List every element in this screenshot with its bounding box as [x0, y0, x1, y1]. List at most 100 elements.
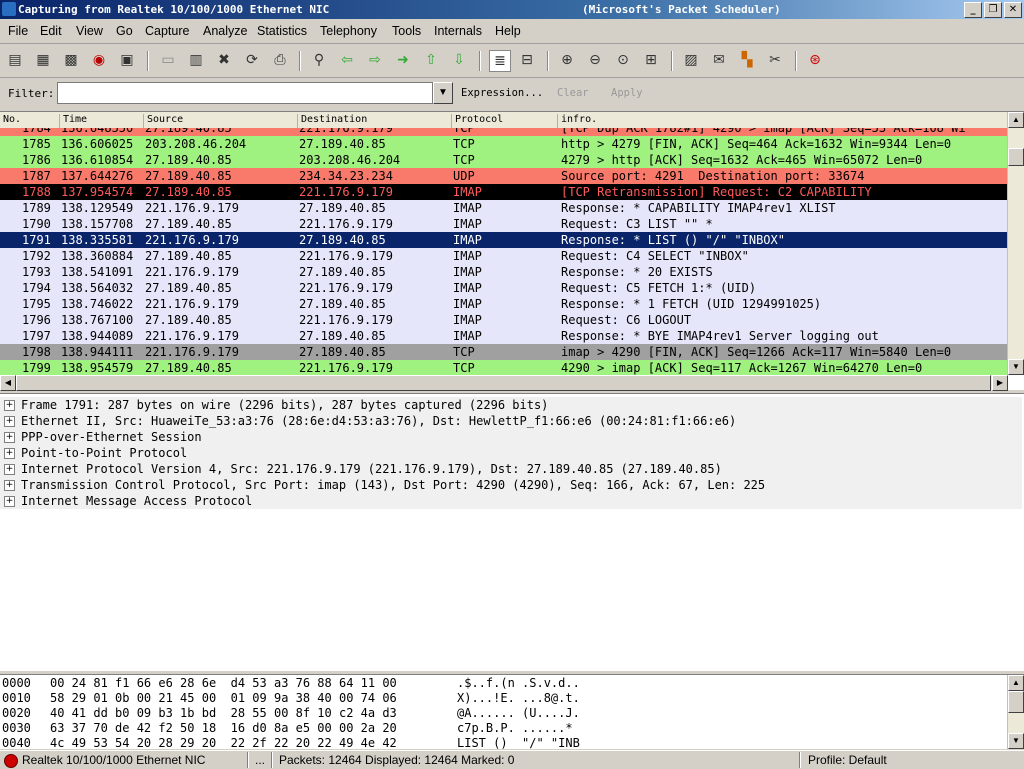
menu-file[interactable]: File	[8, 24, 28, 38]
resize-columns-icon[interactable]: ⊞	[641, 50, 661, 70]
packet-row[interactable]: 1792 138.360884 27.189.40.85 221.176.9.179 I…	[0, 248, 1008, 264]
packet-row[interactable]: 1785 136.606025 203.208.46.204 27.189.40.85…	[0, 136, 1008, 152]
scroll-right-icon[interactable]: ▶	[992, 375, 1008, 391]
column-header-protocol[interactable]: Protocol	[451, 114, 557, 128]
packet-row[interactable]: 1798 138.944111 221.176.9.179 27.189.40.85 T…	[0, 344, 1008, 360]
menu-analyze[interactable]: Analyze	[203, 24, 247, 38]
column-header-time[interactable]: Time	[59, 114, 143, 128]
packet-list-hscroll[interactable]: ◀ ▶	[0, 375, 1008, 391]
packet-list-vscroll[interactable]: ▲ ▼	[1007, 112, 1024, 375]
bytes-vscroll[interactable]: ▲ ▼	[1007, 675, 1024, 749]
stop-icon[interactable]: ◉	[89, 50, 109, 70]
hex-row[interactable]: 0000 00 24 81 f1 66 e6 28 6e d4 53 a3 76 …	[0, 676, 1008, 691]
scroll-thumb[interactable]	[1008, 148, 1024, 166]
packet-row[interactable]: 1791 138.335581 221.176.9.179 27.189.40.85 I…	[0, 232, 1008, 248]
help-icon[interactable]: ⊛	[805, 50, 825, 70]
menu-view[interactable]: View	[76, 24, 103, 38]
column-header-no[interactable]: No.	[0, 114, 59, 128]
close-button[interactable]: ✕	[1004, 2, 1022, 18]
restart-icon[interactable]: ▣	[117, 50, 137, 70]
last-icon[interactable]: ⇩	[449, 50, 469, 70]
expand-icon[interactable]: +	[4, 464, 15, 475]
expand-icon[interactable]: +	[4, 480, 15, 491]
scroll-up-icon[interactable]: ▲	[1008, 112, 1024, 128]
scroll-down-icon[interactable]: ▼	[1008, 733, 1024, 749]
close-file-icon[interactable]: ✖	[214, 50, 234, 70]
expand-icon[interactable]: +	[4, 496, 15, 507]
preferences-icon[interactable]: ✂	[765, 50, 785, 70]
forward-icon[interactable]: ⇨	[365, 50, 385, 70]
colorize-icon[interactable]: ≣	[489, 50, 511, 72]
zoom-in-icon[interactable]: ⊕	[557, 50, 577, 70]
packet-row[interactable]: 1797 138.944089 221.176.9.179 27.189.40.85 I…	[0, 328, 1008, 344]
detail-tree-item[interactable]: + Point-to-Point Protocol	[0, 445, 1022, 461]
filter-dropdown-button[interactable]: ▼	[433, 82, 453, 104]
menu-internals[interactable]: Internals	[434, 24, 482, 38]
filter-input[interactable]	[57, 82, 433, 104]
first-icon[interactable]: ⇧	[421, 50, 441, 70]
apply-button[interactable]: Apply	[611, 87, 643, 99]
minimize-button[interactable]: _	[964, 2, 982, 18]
expand-icon[interactable]: +	[4, 416, 15, 427]
packet-row[interactable]: 1795 138.746022 221.176.9.179 27.189.40.85 I…	[0, 296, 1008, 312]
menu-telephony[interactable]: Telephony	[320, 24, 377, 38]
start-icon[interactable]: ▩	[61, 50, 81, 70]
detail-tree-item[interactable]: + PPP-over-Ethernet Session	[0, 429, 1022, 445]
packet-row[interactable]: 1786 136.610854 27.189.40.85 203.208.46.204…	[0, 152, 1008, 168]
detail-tree-item[interactable]: + Transmission Control Protocol, Src Port…	[0, 477, 1022, 493]
column-header-info[interactable]: infro.	[557, 114, 1008, 128]
options-icon[interactable]: ▦	[33, 50, 53, 70]
expand-icon[interactable]: +	[4, 400, 15, 411]
packet-row[interactable]: 1787 137.644276 27.189.40.85 234.34.23.234 U…	[0, 168, 1008, 184]
status-profile[interactable]: Profile: Default	[808, 753, 887, 767]
back-icon[interactable]: ⇦	[337, 50, 357, 70]
print-icon[interactable]: ⎙	[270, 50, 290, 70]
detail-tree-item[interactable]: + Frame 1791: 287 bytes on wire (2296 bit…	[0, 397, 1022, 413]
display-filter-icon[interactable]: ✉	[709, 50, 729, 70]
maximize-button[interactable]: ❐	[984, 2, 1002, 18]
packet-row[interactable]: 1788 137.954574 27.189.40.85 221.176.9.179 I…	[0, 184, 1008, 200]
hex-row[interactable]: 0040 4c 49 53 54 20 28 29 20 22 2f 22 20 …	[0, 736, 1008, 749]
interfaces-icon[interactable]: ▤	[5, 50, 25, 70]
expand-icon[interactable]: +	[4, 432, 15, 443]
menu-edit[interactable]: Edit	[40, 24, 62, 38]
scroll-up-icon[interactable]: ▲	[1008, 675, 1024, 691]
hscroll-thumb[interactable]	[16, 375, 991, 391]
menu-statistics[interactable]: Statistics	[257, 24, 307, 38]
scroll-down-icon[interactable]: ▼	[1008, 359, 1024, 375]
status-ellipsis[interactable]: ...	[255, 753, 265, 767]
expression-button[interactable]: Expression...	[461, 87, 543, 99]
hex-row[interactable]: 0030 63 37 70 de 42 f2 50 18 16 d0 8a e5 …	[0, 721, 1008, 736]
detail-tree-item[interactable]: + Internet Message Access Protocol	[0, 493, 1022, 509]
packet-row[interactable]: 1789 138.129549 221.176.9.179 27.189.40.85 I…	[0, 200, 1008, 216]
menu-tools[interactable]: Tools	[392, 24, 421, 38]
coloring-rules-icon[interactable]: ▚	[737, 50, 757, 70]
packet-row[interactable]: 1790 138.157708 27.189.40.85 221.176.9.179 I…	[0, 216, 1008, 232]
column-header-destination[interactable]: Destination	[297, 114, 451, 128]
packet-row[interactable]: 1793 138.541091 221.176.9.179 27.189.40.85 I…	[0, 264, 1008, 280]
detail-tree-item[interactable]: + Ethernet II, Src: HuaweiTe_53:a3:76 (28…	[0, 413, 1022, 429]
expand-icon[interactable]: +	[4, 448, 15, 459]
autoscroll-icon[interactable]: ⊟	[517, 50, 537, 70]
reload-icon[interactable]: ⟳	[242, 50, 262, 70]
zoom-normal-icon[interactable]: ⊙	[613, 50, 633, 70]
menu-go[interactable]: Go	[116, 24, 133, 38]
hex-row[interactable]: 0020 40 41 dd b0 09 b3 1b bd 28 55 00 8f …	[0, 706, 1008, 721]
find-icon[interactable]: ⚲	[309, 50, 329, 70]
open-icon[interactable]: ▭	[158, 50, 178, 70]
packet-row[interactable]: 1784 136.648550 27.189.40.85 221.176.9.179 T…	[0, 128, 1008, 136]
capture-filter-icon[interactable]: ▨	[681, 50, 701, 70]
menu-capture[interactable]: Capture	[145, 24, 189, 38]
packet-row[interactable]: 1794 138.564032 27.189.40.85 221.176.9.179 I…	[0, 280, 1008, 296]
packet-row[interactable]: 1796 138.767100 27.189.40.85 221.176.9.179 I…	[0, 312, 1008, 328]
scroll-thumb[interactable]	[1008, 691, 1024, 713]
detail-tree-item[interactable]: + Internet Protocol Version 4, Src: 221.1…	[0, 461, 1022, 477]
packet-row[interactable]: 1799 138.954579 27.189.40.85 221.176.9.179 T…	[0, 360, 1008, 375]
clear-button[interactable]: Clear	[557, 87, 589, 99]
capture-status-icon[interactable]	[4, 754, 18, 768]
goto-icon[interactable]: ➜	[393, 50, 413, 70]
menu-help[interactable]: Help	[495, 24, 521, 38]
scroll-left-icon[interactable]: ◀	[0, 375, 16, 391]
column-header-source[interactable]: Source	[143, 114, 297, 128]
hex-row[interactable]: 0010 58 29 01 0b 00 21 45 00 01 09 9a 38 …	[0, 691, 1008, 706]
